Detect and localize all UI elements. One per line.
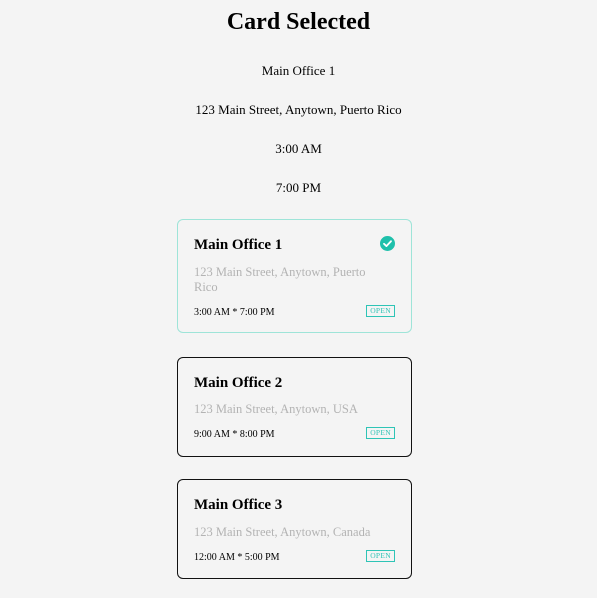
selected-office-name: Main Office 1 [261, 63, 336, 78]
status-badge: OPEN [366, 427, 395, 439]
selected-office-close-time: 7:00 PM [275, 180, 322, 195]
selected-office-address: 123 Main Street, Anytown, Puerto Rico [195, 102, 402, 117]
card-hours: 3:00 AM * 7:00 PM [194, 307, 275, 318]
card-title: Main Office 1 [194, 237, 283, 253]
card-address: 123 Main Street, Anytown, Puerto Rico [194, 265, 366, 294]
card-hours: 12:00 AM * 5:00 PM [194, 552, 280, 563]
card-address: 123 Main Street, Anytown, Canada [194, 525, 371, 539]
office-card-1[interactable]: Main Office 1 123 Main Street, Anytown, … [177, 219, 412, 333]
status-badge: OPEN [366, 550, 395, 562]
card-title: Main Office 3 [194, 497, 283, 513]
card-hours: 9:00 AM * 8:00 PM [194, 429, 275, 440]
office-card-2[interactable]: Main Office 2 123 Main Street, Anytown, … [177, 357, 412, 457]
office-card-3[interactable]: Main Office 3 123 Main Street, Anytown, … [177, 479, 412, 579]
card-address: 123 Main Street, Anytown, USA [194, 402, 358, 416]
card-title: Main Office 2 [194, 375, 283, 391]
page-title: Card Selected [226, 9, 371, 35]
selected-office-open-time: 3:00 AM [275, 141, 322, 156]
status-badge: OPEN [366, 305, 395, 317]
check-circle-icon [380, 236, 395, 251]
